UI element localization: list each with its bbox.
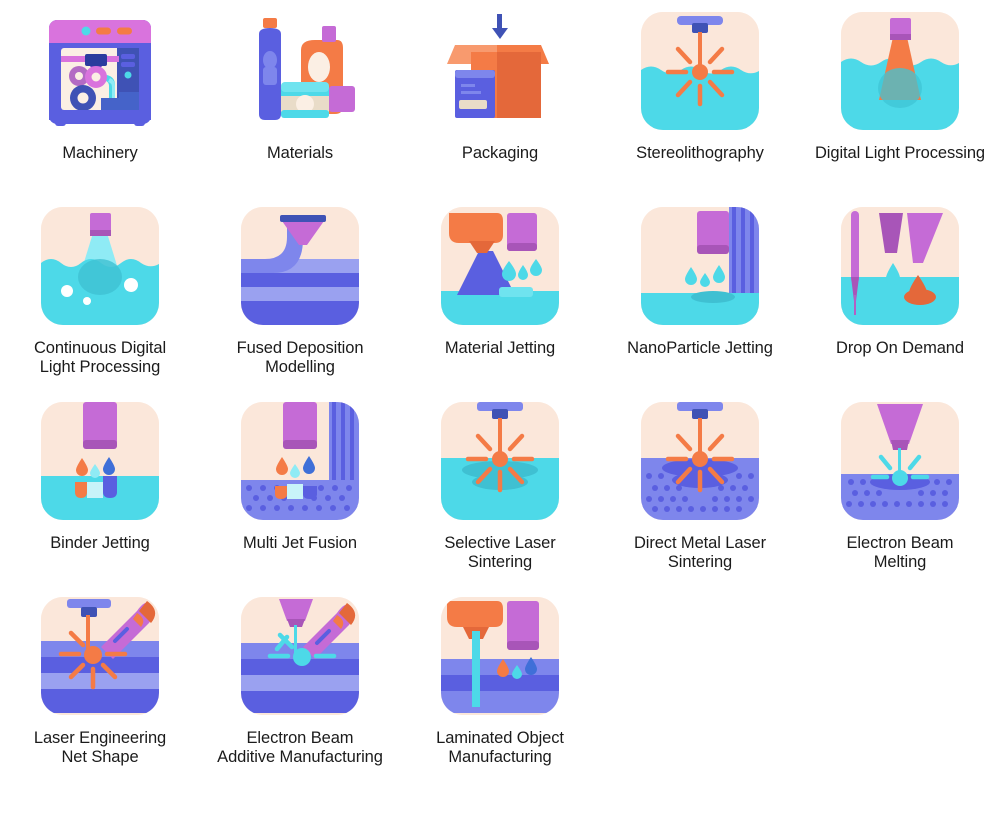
icon-label: Digital Light Processing bbox=[814, 144, 986, 162]
icon-label: Fused Deposition Modelling bbox=[236, 339, 364, 376]
dual-nozzle-drop-icon bbox=[841, 207, 959, 325]
icon-card-continuous-digital-light-processing[interactable]: Continuous Digital Light Processing bbox=[0, 207, 200, 402]
lens-arm-burst-icon bbox=[41, 597, 159, 715]
printer-machine-icon bbox=[41, 12, 159, 130]
icon-card-nanoparticle-jetting[interactable]: NanoParticle Jetting bbox=[600, 207, 800, 402]
laser-burst-liquid-icon bbox=[441, 402, 559, 520]
icon-card-materials[interactable]: Materials bbox=[200, 12, 400, 207]
icon-grid: Machinery Materials Packaging Stereolith… bbox=[0, 0, 1000, 820]
icon-label: Laser Engineering Net Shape bbox=[33, 729, 167, 766]
icon-label: Material Jetting bbox=[444, 339, 556, 357]
icon-card-stereolithography[interactable]: Stereolithography bbox=[600, 12, 800, 207]
icon-card-digital-light-processing[interactable]: Digital Light Processing bbox=[800, 12, 1000, 207]
open-box-icon bbox=[441, 12, 559, 130]
icon-label: Binder Jetting bbox=[50, 534, 150, 552]
icon-label: Multi Jet Fusion bbox=[243, 534, 357, 552]
projector-cone-icon bbox=[841, 12, 959, 130]
laser-burst-powder-icon bbox=[641, 402, 759, 520]
binder-nozzle-icon bbox=[41, 402, 159, 520]
icon-card-binder-jetting[interactable]: Binder Jetting bbox=[0, 402, 200, 597]
funnel-extruder-icon bbox=[241, 207, 359, 325]
multijet-powder-icon bbox=[241, 402, 359, 520]
laminate-stream-icon bbox=[441, 597, 559, 715]
icon-label: Direct Metal Laser Sintering bbox=[633, 534, 767, 571]
icon-label: Electron Beam Melting bbox=[846, 534, 954, 571]
laser-resin-vat-icon bbox=[641, 12, 759, 130]
ebeam-funnel-icon bbox=[841, 402, 959, 520]
icon-label: Continuous Digital Light Processing bbox=[33, 339, 167, 376]
cone-bubbles-vat-icon bbox=[41, 207, 159, 325]
icon-label: NanoParticle Jetting bbox=[627, 339, 773, 357]
icon-card-selective-laser-sintering[interactable]: Selective Laser Sintering bbox=[400, 402, 600, 597]
icon-card-multi-jet-fusion[interactable]: Multi Jet Fusion bbox=[200, 402, 400, 597]
ebam-arm-burst-icon bbox=[241, 597, 359, 715]
icon-label: Drop On Demand bbox=[836, 339, 964, 357]
nozzle-droplets-stripes-icon bbox=[641, 207, 759, 325]
icon-card-direct-metal-laser-sintering[interactable]: Direct Metal Laser Sintering bbox=[600, 402, 800, 597]
icon-label: Materials bbox=[266, 144, 334, 162]
icon-label: Selective Laser Sintering bbox=[444, 534, 556, 571]
material-bottles-icon bbox=[241, 12, 359, 130]
empty-cell bbox=[800, 597, 1000, 792]
empty-cell bbox=[600, 597, 800, 792]
icon-card-fused-deposition-modelling[interactable]: Fused Deposition Modelling bbox=[200, 207, 400, 402]
icon-card-laser-engineering-net-shape[interactable]: Laser Engineering Net Shape bbox=[0, 597, 200, 792]
icon-card-material-jetting[interactable]: Material Jetting bbox=[400, 207, 600, 402]
icon-label: Laminated Object Manufacturing bbox=[436, 729, 564, 766]
icon-label: Electron Beam Additive Manufacturing bbox=[217, 729, 383, 766]
icon-card-packaging[interactable]: Packaging bbox=[400, 12, 600, 207]
icon-card-electron-beam-melting[interactable]: Electron Beam Melting bbox=[800, 402, 1000, 597]
icon-card-electron-beam-additive-manufacturing[interactable]: Electron Beam Additive Manufacturing bbox=[200, 597, 400, 792]
icon-label: Packaging bbox=[461, 144, 539, 162]
icon-card-laminated-object-manufacturing[interactable]: Laminated Object Manufacturing bbox=[400, 597, 600, 792]
spray-head-droplets-icon bbox=[441, 207, 559, 325]
icon-card-machinery[interactable]: Machinery bbox=[0, 12, 200, 207]
icon-label: Stereolithography bbox=[636, 144, 764, 162]
icon-label: Machinery bbox=[62, 144, 138, 162]
icon-card-drop-on-demand[interactable]: Drop On Demand bbox=[800, 207, 1000, 402]
